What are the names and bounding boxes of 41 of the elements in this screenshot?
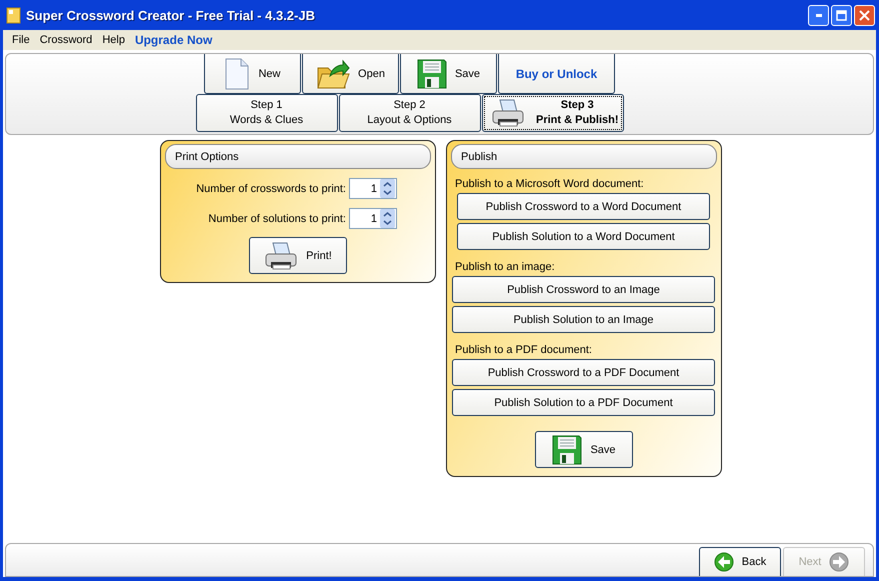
section-label: Publish to a Microsoft Word document: bbox=[455, 178, 645, 190]
back-button[interactable]: Back bbox=[699, 547, 781, 576]
upgrade-link[interactable]: Upgrade Now bbox=[130, 33, 218, 47]
toolbar-button[interactable]: Save bbox=[400, 54, 497, 94]
panel-header: Print Options bbox=[165, 144, 431, 169]
close-icon bbox=[859, 10, 870, 20]
document-icon bbox=[224, 58, 250, 90]
publish-button[interactable]: Publish Crossword to a PDF Document bbox=[452, 359, 715, 386]
save-button[interactable]: Save bbox=[535, 431, 633, 468]
spin-arrows-icon bbox=[380, 179, 395, 198]
publish-button[interactable]: Publish Solution to a Word Document bbox=[457, 223, 710, 250]
section-label: Publish to an image: bbox=[455, 261, 556, 273]
step-tab[interactable]: Step 2 Layout & Options bbox=[338, 94, 480, 132]
menu-item[interactable]: File bbox=[7, 34, 35, 46]
step-tab[interactable]: Step 1 Words & Clues bbox=[196, 94, 338, 132]
printer-icon bbox=[264, 240, 298, 270]
minimize-icon bbox=[816, 14, 822, 16]
spin-arrows-icon bbox=[380, 209, 395, 228]
step-tab[interactable]: Step 3 Print & Publish! bbox=[482, 94, 624, 132]
menu-item[interactable]: Help bbox=[97, 34, 130, 46]
print-button[interactable]: Print! bbox=[249, 237, 347, 274]
publish-button[interactable]: Publish Solution to an Image bbox=[452, 306, 715, 333]
printer-icon bbox=[490, 98, 524, 128]
field-label: Number of solutions to print: bbox=[208, 212, 346, 224]
close-button[interactable] bbox=[854, 4, 875, 26]
toolbar-button[interactable]: Open bbox=[302, 54, 399, 94]
field-label: Number of crosswords to print: bbox=[196, 182, 346, 194]
toolbar-button[interactable]: Buy or Unlock bbox=[498, 54, 615, 94]
menu-item[interactable]: Crossword bbox=[34, 34, 98, 46]
app-icon bbox=[6, 6, 21, 24]
panel-header: Publish bbox=[451, 144, 717, 169]
maximize-button[interactable] bbox=[831, 4, 852, 26]
publish-button[interactable]: Publish Solution to a PDF Document bbox=[452, 389, 715, 416]
window-title: Super Crossword Creator - Free Trial - 4.3.2-JB bbox=[26, 8, 316, 22]
folder-icon bbox=[316, 58, 350, 90]
maximize-icon bbox=[836, 10, 847, 20]
toolbar-button[interactable]: New bbox=[204, 54, 301, 94]
section-label: Publish to a PDF document: bbox=[455, 344, 593, 356]
publish-button[interactable]: Publish Crossword to an Image bbox=[452, 276, 715, 303]
minimize-button[interactable] bbox=[808, 4, 829, 26]
publish-button[interactable]: Publish Crossword to a Word Document bbox=[457, 193, 710, 220]
